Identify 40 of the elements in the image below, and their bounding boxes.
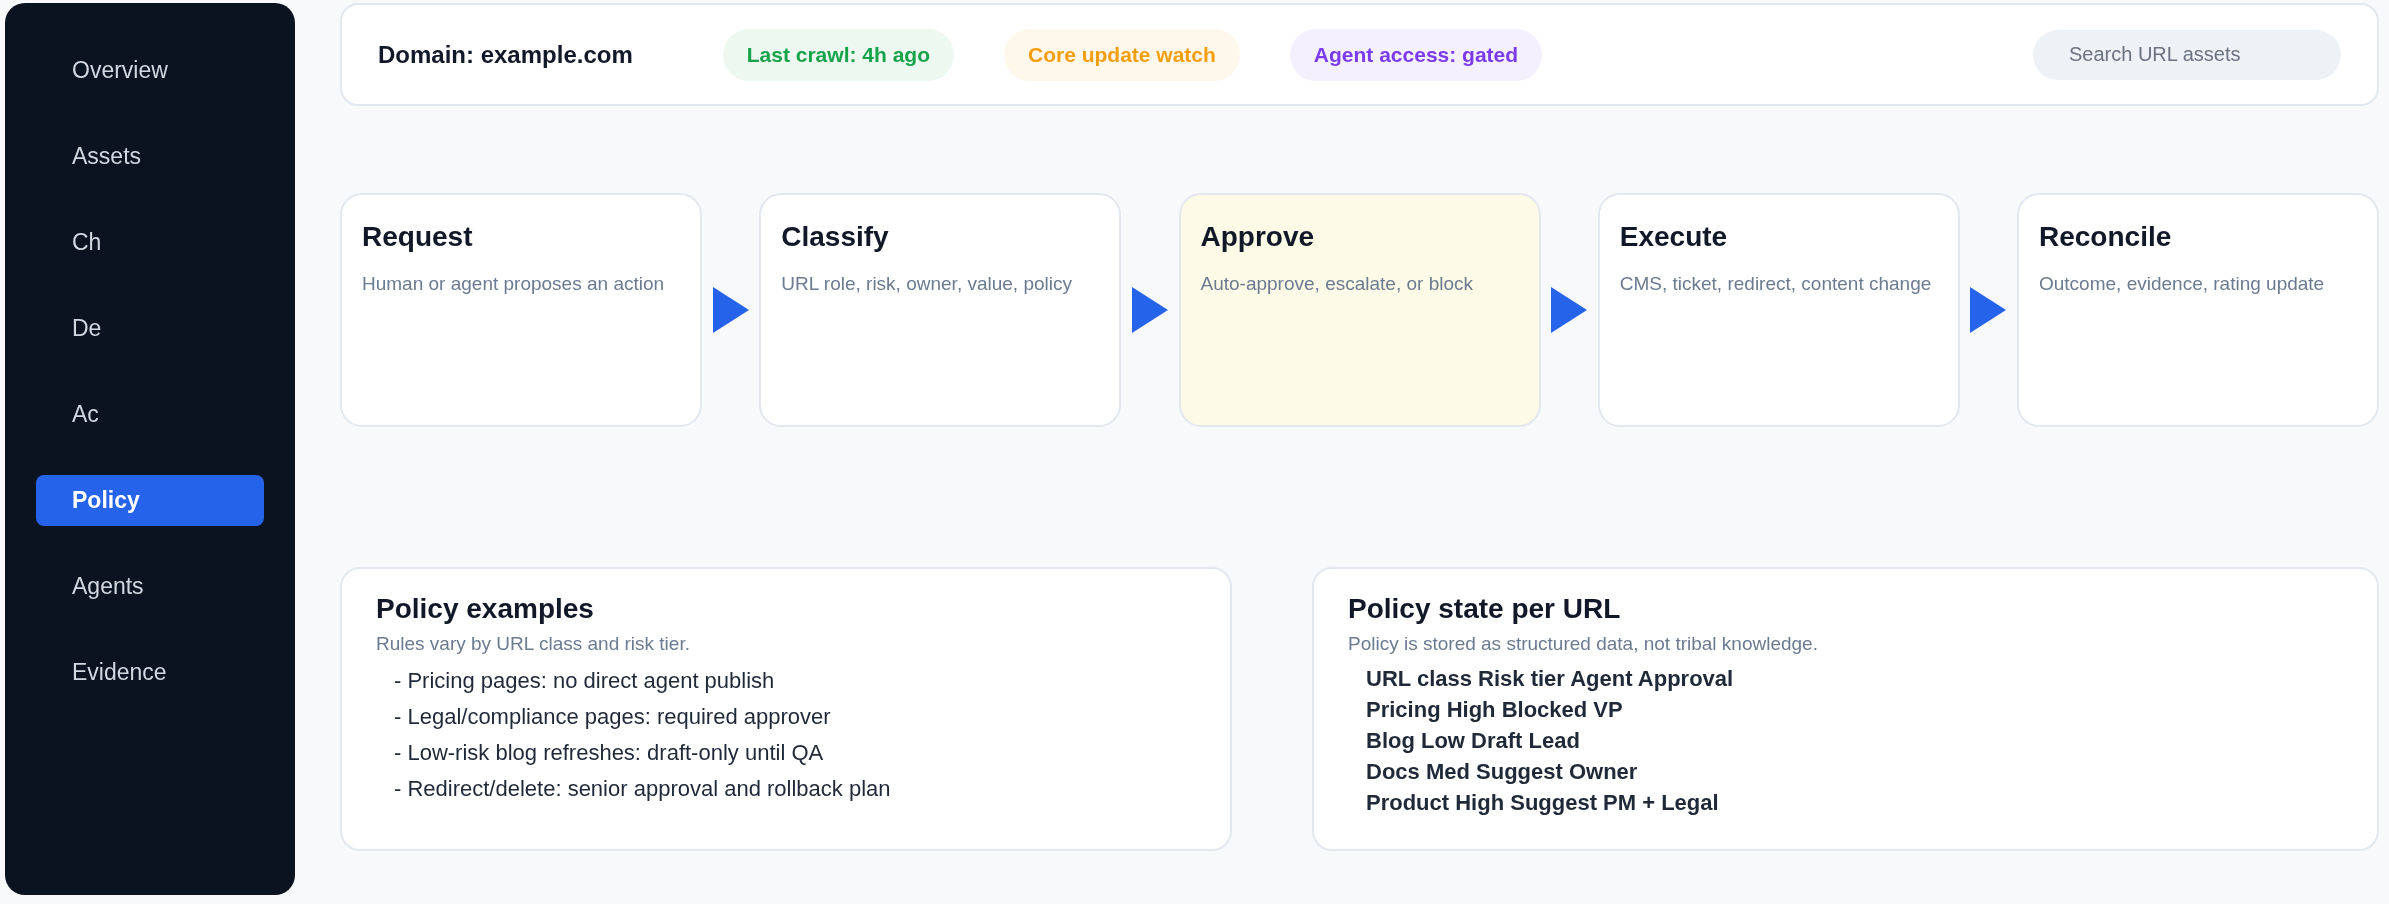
step-title: Request [362,221,474,253]
arrow-icon [1551,287,1588,333]
policy-example: - Legal/compliance pages: required approver [394,703,832,731]
policy-row-text: Product High Suggest PM + Legal [1366,789,1720,817]
step-title: Reconcile [2039,221,2173,253]
domain-label: Domain: example.com [378,40,633,69]
policy-example: - Pricing pages: no direct agent publish [394,667,776,695]
search-field[interactable]: Search URL assets [2033,29,2341,80]
step-title: Approve [1200,221,1316,253]
status-badge: Core update watch [1003,28,1240,81]
status-badge: Agent access: gated [1289,28,1543,81]
step-title: Classify [781,221,890,253]
step-description: Human or agent proposes an action [362,273,666,295]
policy-row-text: Pricing High Blocked VP [1366,696,1624,724]
step-description: URL role, risk, owner, value, policy [781,273,1073,295]
policy-example: - Low-risk blog refreshes: draft-only until QA [394,739,825,767]
sidebar-item[interactable]: Evidence [36,647,264,698]
panel-subtitle: Rules vary by URL class and risk tier. [376,633,691,655]
step-description: Auto-approve, escalate, or block [1200,273,1474,295]
arrow-icon [712,287,749,333]
sidebar-item[interactable]: Ac [36,389,264,440]
sidebar-item[interactable]: Ch [36,217,264,268]
sidebar-item[interactable]: Overview [36,45,264,96]
panel-title: Policy examples [376,593,595,625]
step-description: CMS, ticket, redirect, content change [1619,273,1933,295]
sidebar-item[interactable]: Policy [36,475,264,526]
policy-row-text: Docs Med Suggest Owner [1366,758,1639,786]
step-description: Outcome, evidence, rating update [2039,273,2326,295]
step-title: Execute [1619,221,1729,253]
sidebar-item[interactable]: Assets [36,131,264,182]
policy-example: - Redirect/delete: senior approval and rollback plan [394,775,892,803]
policy-row-text: Blog Low Draft Lead [1366,727,1581,755]
arrow-icon [1970,287,2007,333]
panel-subtitle: Policy is stored as structured data, not tribal knowledge. [1348,633,1819,655]
panel-title: Policy state per URL [1348,593,1622,625]
arrow-icon [1131,287,1168,333]
policy-row-text: URL class Risk tier Agent Approval [1366,665,1735,693]
status-badge: Last crawl: 4h ago [722,28,954,81]
sidebar-item[interactable]: De [36,303,264,354]
sidebar-item[interactable]: Agents [36,561,264,612]
